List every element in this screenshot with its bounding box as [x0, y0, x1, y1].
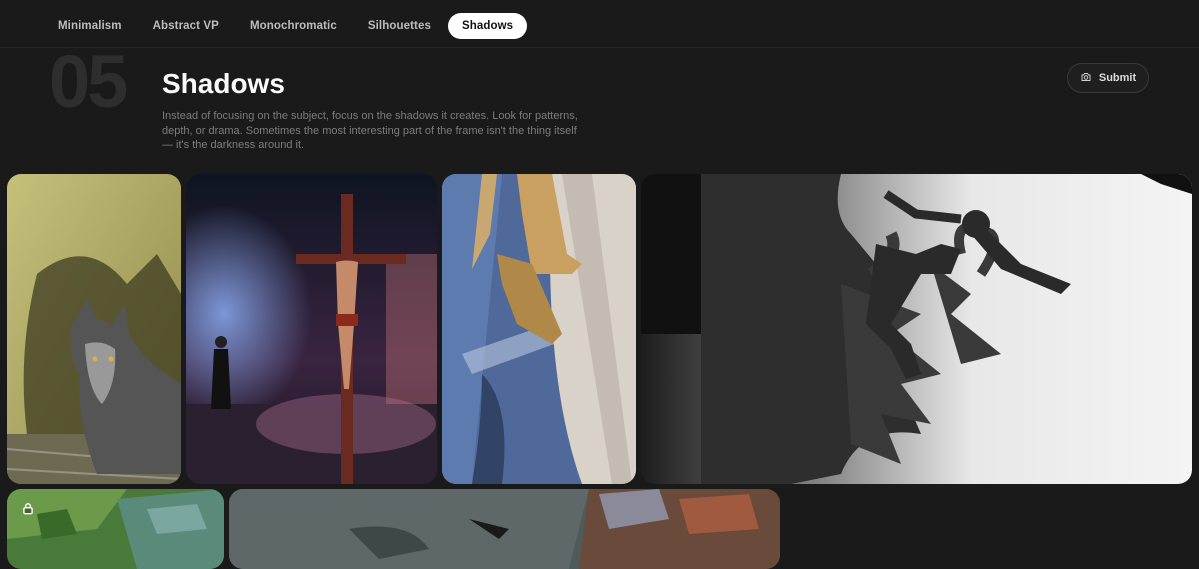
- tab-shadows[interactable]: Shadows: [447, 13, 528, 39]
- challenge-description: Instead of focusing on the subject, focu…: [162, 110, 578, 151]
- page-title: Shadows: [162, 68, 285, 99]
- camera-icon: [1080, 71, 1092, 86]
- photo-golden-sandals[interactable]: [442, 174, 636, 484]
- top-nav-bar: Minimalism Abstract VP Monochromatic Sil…: [0, 0, 1199, 48]
- category-tabs: Minimalism Abstract VP Monochromatic Sil…: [44, 13, 528, 39]
- challenge-number: 05: [49, 40, 128, 123]
- photo-grass-shore[interactable]: [7, 489, 224, 569]
- photo-jumping-figure-shadow[interactable]: [641, 174, 1192, 484]
- photo-crucifixion-stage[interactable]: [186, 174, 437, 484]
- submit-button[interactable]: Submit: [1067, 63, 1149, 93]
- photo-wolf-shadow[interactable]: [7, 174, 181, 484]
- tab-abstract-vp[interactable]: Abstract VP: [139, 13, 233, 39]
- photo-cluttered-desk[interactable]: [229, 489, 780, 569]
- tab-minimalism[interactable]: Minimalism: [44, 13, 136, 39]
- submit-label: Submit: [1098, 72, 1137, 84]
- tab-monochromatic[interactable]: Monochromatic: [236, 13, 351, 39]
- lock-icon: [21, 502, 35, 516]
- tab-silhouettes[interactable]: Silhouettes: [354, 13, 445, 39]
